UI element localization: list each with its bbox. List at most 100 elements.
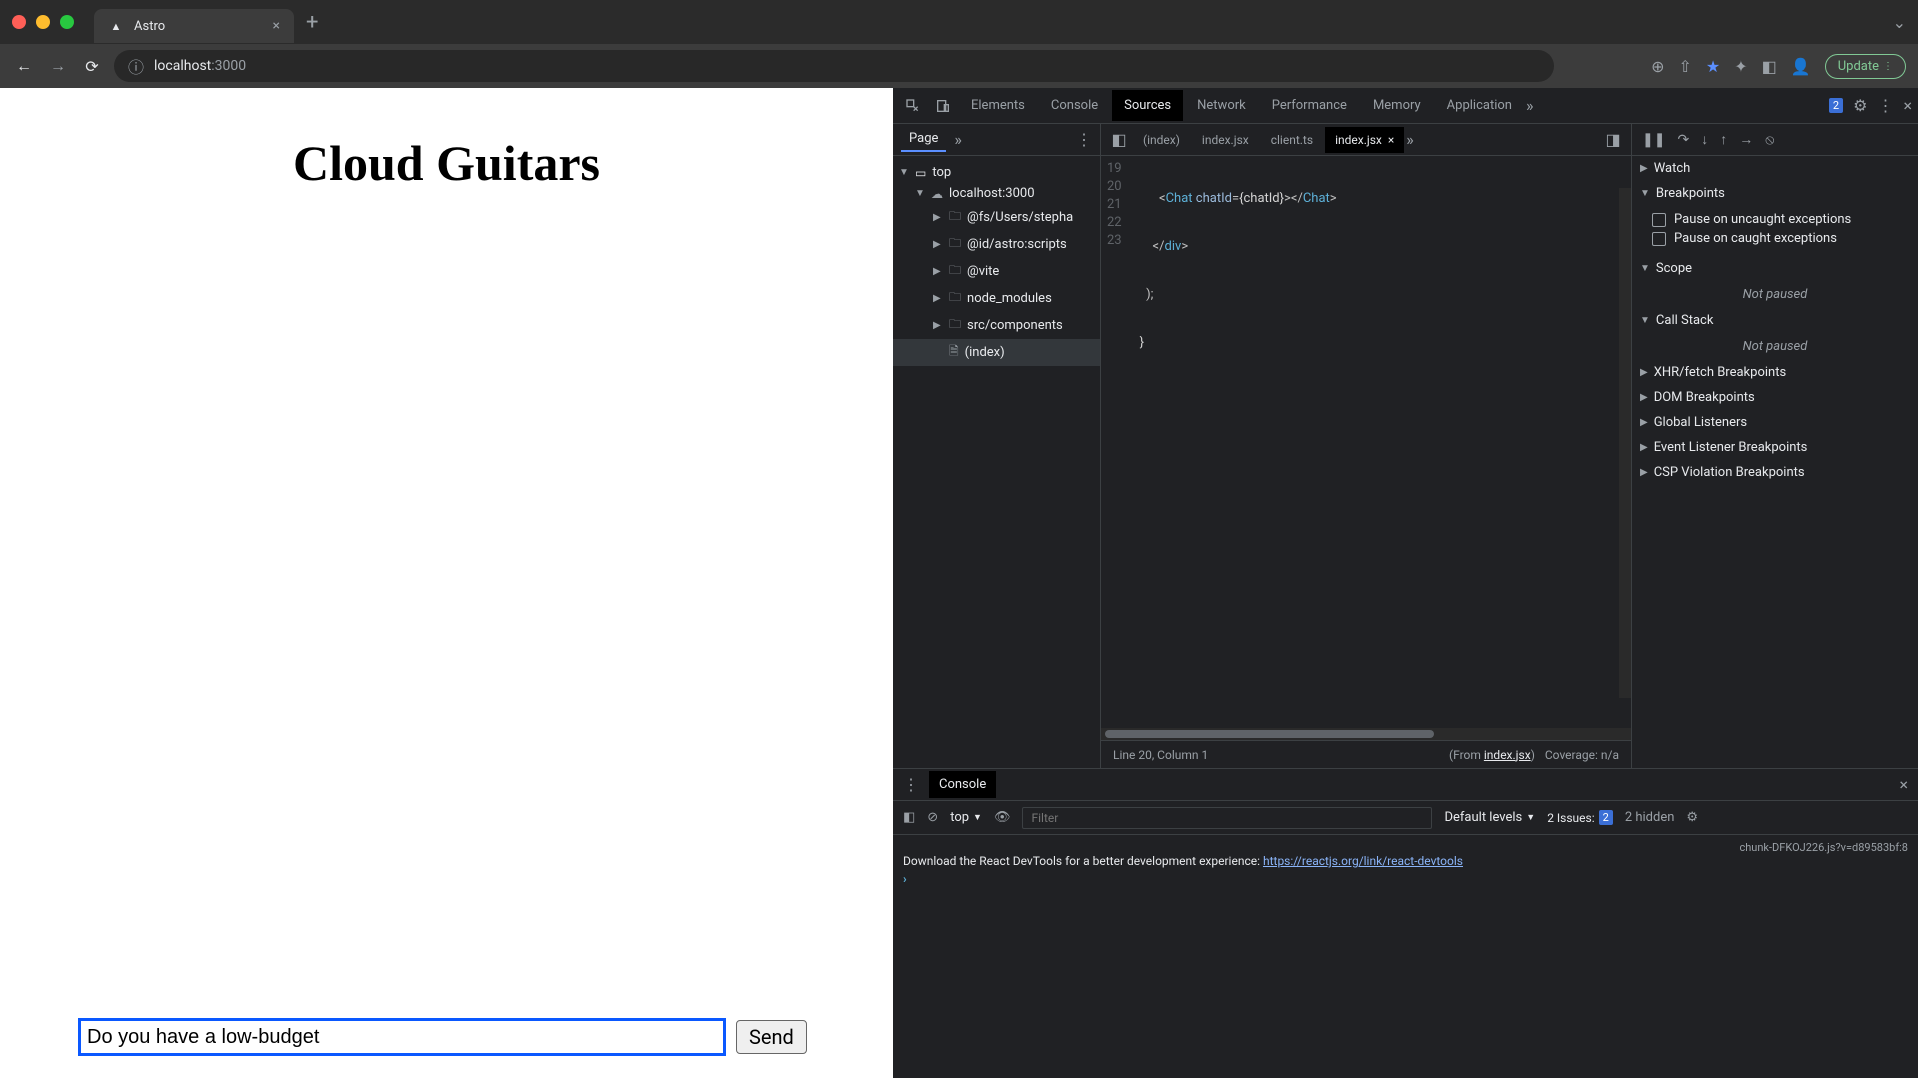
editor-tab-index-jsx-2[interactable]: index.jsx× — [1325, 127, 1404, 153]
tab-application[interactable]: Application — [1435, 90, 1524, 121]
tab-close-icon[interactable]: × — [273, 18, 280, 34]
xhr-breakpoints-section[interactable]: ▶XHR/fetch Breakpoints — [1632, 360, 1918, 385]
browser-tab[interactable]: ▲ Astro × — [94, 9, 294, 43]
traffic-lights — [12, 15, 74, 29]
profile-icon[interactable]: 👤 — [1791, 57, 1811, 76]
sidepanel-icon[interactable]: ◧ — [1762, 57, 1777, 76]
zoom-icon[interactable]: ⊕ — [1651, 57, 1664, 76]
callstack-not-paused: Not paused — [1632, 333, 1918, 360]
watch-section[interactable]: ▶Watch — [1632, 156, 1918, 181]
update-button[interactable]: Update ⋮ — [1825, 54, 1906, 79]
live-expression-icon[interactable]: 👁 — [994, 810, 1011, 825]
step-icon[interactable]: → — [1739, 131, 1753, 148]
bookmark-star-icon[interactable]: ★ — [1706, 57, 1720, 76]
reload-button[interactable]: ⟳ — [80, 54, 104, 78]
send-button[interactable]: Send — [736, 1020, 807, 1054]
editor-tab-close-icon[interactable]: × — [1388, 133, 1394, 147]
step-into-icon[interactable]: ↓ — [1701, 131, 1708, 148]
new-tab-button[interactable]: + — [306, 10, 318, 35]
toggle-debugger-icon[interactable]: ◨ — [1601, 130, 1625, 149]
devtools-menu-icon[interactable]: ⋮ — [1877, 96, 1893, 115]
console-sidebar-icon[interactable]: ◧ — [903, 810, 915, 825]
tree-node-modules[interactable]: ▶🗀node_modules — [893, 285, 1100, 312]
nav-menu-icon[interactable]: ⋮ — [1076, 130, 1092, 149]
global-listeners-section[interactable]: ▶Global Listeners — [1632, 410, 1918, 435]
react-devtools-link[interactable]: https://reactjs.org/link/react-devtools — [1263, 854, 1463, 868]
editor-tab-index-html[interactable]: (index) — [1133, 127, 1190, 153]
devtools-tabs: Elements Console Sources Network Perform… — [893, 88, 1918, 124]
console-context-selector[interactable]: top ▼ — [950, 810, 982, 825]
toggle-navigator-icon[interactable]: ◧ — [1107, 130, 1131, 149]
device-toolbar-icon[interactable] — [929, 92, 957, 120]
event-listener-breakpoints-section[interactable]: ▶Event Listener Breakpoints — [1632, 435, 1918, 460]
breakpoints-section[interactable]: ▼Breakpoints — [1632, 181, 1918, 206]
console-drawer: ⋮ Console × ◧ ⊘ top ▼ 👁 Default levels ▼… — [893, 768, 1918, 1078]
tree-host[interactable]: ▼☁localhost:3000 — [893, 183, 1100, 204]
dom-breakpoints-section[interactable]: ▶DOM Breakpoints — [1632, 385, 1918, 410]
expand-tabs-icon[interactable]: ⌄ — [1893, 13, 1906, 32]
window-maximize-button[interactable] — [60, 15, 74, 29]
console-drawer-tab[interactable]: Console — [929, 771, 996, 798]
tab-performance[interactable]: Performance — [1260, 90, 1359, 121]
forward-button[interactable]: → — [46, 54, 70, 78]
tree-astro[interactable]: ▶🗀@id/astro:scripts — [893, 231, 1100, 258]
page-tab[interactable]: Page — [901, 127, 946, 152]
pause-caught-checkbox[interactable]: Pause on caught exceptions — [1652, 229, 1908, 248]
editor-scrollbar-vertical[interactable] — [1619, 188, 1631, 698]
chat-input-row: Send — [78, 1018, 807, 1056]
tab-sources[interactable]: Sources — [1112, 90, 1183, 121]
window-minimize-button[interactable] — [36, 15, 50, 29]
chat-input[interactable] — [78, 1018, 726, 1056]
window-close-button[interactable] — [12, 15, 26, 29]
tabs-overflow-icon[interactable]: » — [1526, 96, 1534, 115]
step-over-icon[interactable]: ↷ — [1677, 132, 1689, 148]
file-tree: ▼▭top ▼☁localhost:3000 ▶🗀@fs/Users/steph… — [893, 156, 1100, 768]
editor-scrollbar-horizontal[interactable] — [1101, 728, 1631, 740]
page-title: Cloud Guitars — [0, 134, 893, 192]
console-settings-icon[interactable]: ⚙ — [1686, 810, 1698, 825]
source-file-link[interactable]: index.jsx — [1484, 748, 1531, 762]
url-bar[interactable]: ⓘ localhost:3000 — [114, 50, 1554, 82]
inspect-element-icon[interactable] — [899, 92, 927, 120]
coverage-status: Coverage: n/a — [1545, 748, 1619, 762]
console-output[interactable]: chunk-DFKOJ226.js?v=d89583bf:8 Download … — [893, 835, 1918, 1078]
call-stack-section[interactable]: ▼Call Stack — [1632, 308, 1918, 333]
console-levels-selector[interactable]: Default levels ▼ — [1444, 810, 1535, 825]
nav-overflow-icon[interactable]: » — [954, 130, 962, 149]
code-editor[interactable]: 19 20 21 22 23 <Chat chatId={chatId}></C… — [1101, 156, 1631, 728]
line-gutter: 19 20 21 22 23 — [1101, 156, 1132, 728]
editor-tab-index-jsx-1[interactable]: index.jsx — [1192, 127, 1259, 153]
tab-network[interactable]: Network — [1185, 90, 1258, 121]
tab-console[interactable]: Console — [1039, 90, 1110, 121]
tab-title: Astro — [134, 19, 263, 34]
console-source-link[interactable]: chunk-DFKOJ226.js?v=d89583bf:8 — [903, 841, 1908, 854]
pause-uncaught-checkbox[interactable]: Pause on uncaught exceptions — [1652, 210, 1908, 229]
clear-console-icon[interactable]: ⊘ — [927, 810, 938, 825]
devtools-close-icon[interactable]: × — [1903, 96, 1912, 115]
console-issues[interactable]: 2 Issues: 2 — [1547, 810, 1613, 825]
csp-breakpoints-section[interactable]: ▶CSP Violation Breakpoints — [1632, 460, 1918, 485]
editor-tabs-overflow-icon[interactable]: » — [1406, 130, 1414, 149]
back-button[interactable]: ← — [12, 54, 36, 78]
scope-section[interactable]: ▼Scope — [1632, 256, 1918, 281]
console-menu-icon[interactable]: ⋮ — [903, 775, 919, 794]
issues-badge[interactable]: 2 — [1829, 98, 1843, 113]
deactivate-breakpoints-icon[interactable]: ⦸ — [1765, 132, 1774, 148]
tree-src-components[interactable]: ▶🗀src/components — [893, 312, 1100, 339]
editor-tab-client-ts[interactable]: client.ts — [1261, 127, 1323, 153]
tab-memory[interactable]: Memory — [1361, 90, 1433, 121]
step-out-icon[interactable]: ↑ — [1720, 131, 1727, 148]
tree-top[interactable]: ▼▭top — [893, 162, 1100, 183]
tab-elements[interactable]: Elements — [959, 90, 1037, 121]
console-close-icon[interactable]: × — [1899, 775, 1908, 794]
extensions-icon[interactable]: ✦ — [1734, 57, 1747, 76]
settings-gear-icon[interactable]: ⚙ — [1853, 96, 1867, 115]
share-icon[interactable]: ⇧ — [1679, 57, 1692, 76]
pause-icon[interactable]: ❚❚ — [1642, 132, 1665, 148]
tree-vite[interactable]: ▶🗀@vite — [893, 258, 1100, 285]
console-prompt[interactable]: › — [903, 872, 1908, 886]
tree-fs[interactable]: ▶🗀@fs/Users/stepha — [893, 204, 1100, 231]
console-filter-input[interactable] — [1022, 807, 1432, 829]
site-info-icon[interactable]: ⓘ — [128, 54, 144, 78]
tree-index[interactable]: 🗎(index) — [893, 339, 1100, 366]
